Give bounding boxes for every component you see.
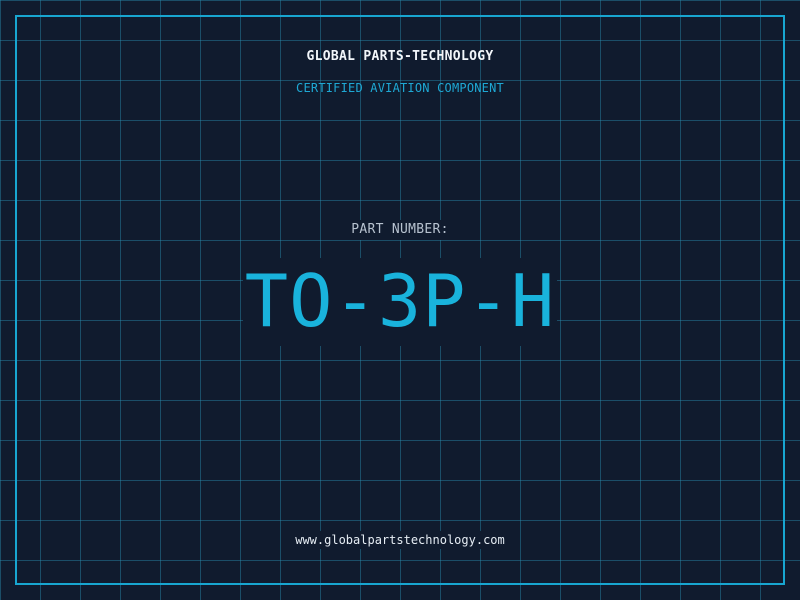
part-number-value: TO-3P-H <box>242 258 558 346</box>
footer-row: www.globalpartstechnology.com <box>0 529 800 549</box>
website-url: www.globalpartstechnology.com <box>291 531 509 549</box>
certification-subtitle: CERTIFIED AVIATION COMPONENT <box>296 81 504 95</box>
part-label-card: GLOBAL PARTS-TECHNOLOGY CERTIFIED AVIATI… <box>0 0 800 600</box>
part-number-label-row: PART NUMBER: <box>0 218 800 240</box>
part-number-label: PART NUMBER: <box>347 220 453 240</box>
part-number-row: TO-3P-H <box>0 258 800 346</box>
company-name: GLOBAL PARTS-TECHNOLOGY <box>306 49 494 64</box>
